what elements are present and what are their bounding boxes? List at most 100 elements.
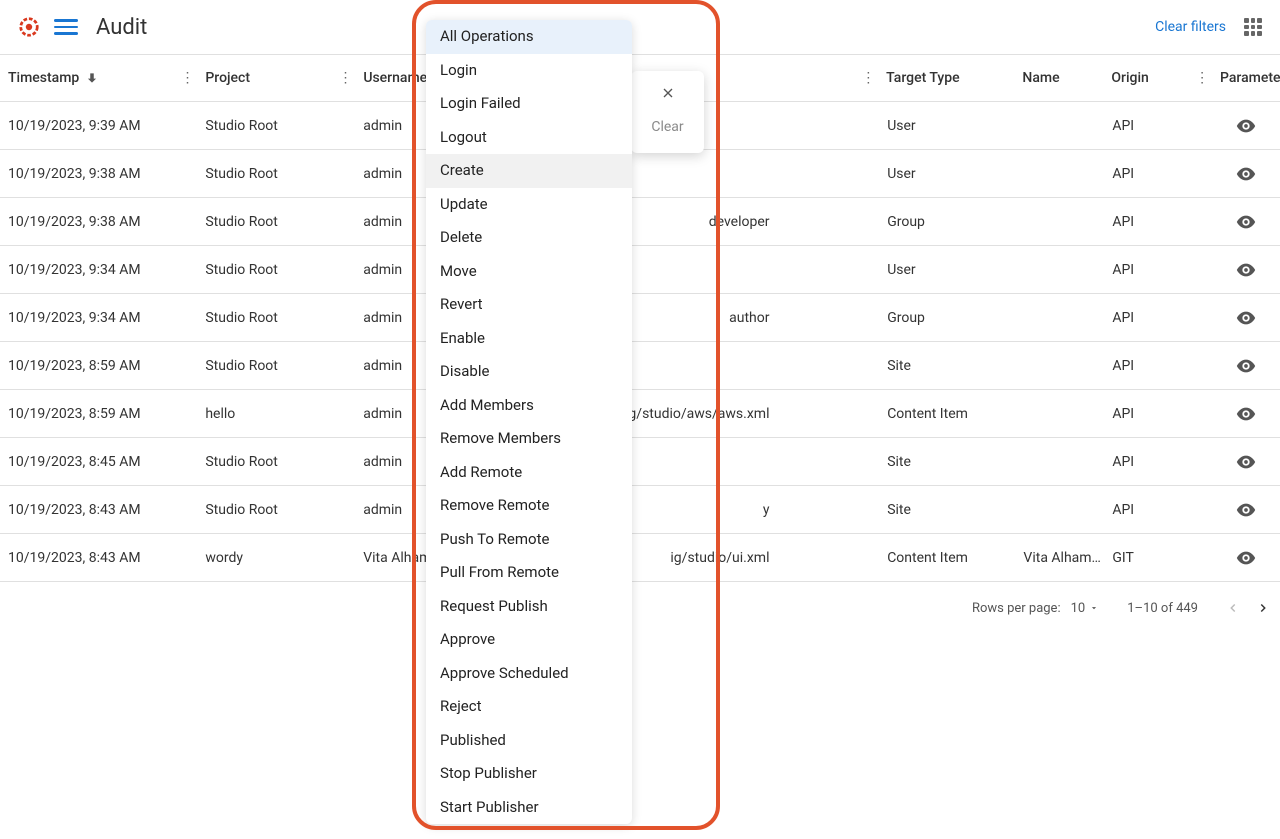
cell-target-type: Content Item [879, 406, 1015, 422]
cell-origin: API [1104, 118, 1193, 134]
operation-option[interactable]: Move [426, 255, 632, 289]
cell-origin: API [1104, 310, 1193, 326]
cell-project: Studio Root [197, 454, 335, 470]
pagination-bar: Rows per page: 10 1–10 of 449 [0, 582, 1280, 634]
cell-timestamp: 10/19/2023, 9:38 AM [0, 214, 178, 230]
cell-project: Studio Root [197, 358, 335, 374]
column-menu-project[interactable]: ⋮ [336, 70, 356, 86]
table-row: 10/19/2023, 9:38 AMStudio Rootadmindevel… [0, 198, 1280, 246]
operation-option[interactable]: Reject [426, 690, 632, 724]
cell-timestamp: 10/19/2023, 9:34 AM [0, 262, 178, 278]
table-row: 10/19/2023, 9:34 AMStudio Rootadminautho… [0, 294, 1280, 342]
filter-clear-popover: Clear [631, 71, 704, 153]
cell-timestamp: 10/19/2023, 9:38 AM [0, 166, 178, 182]
operation-option[interactable]: Create [426, 154, 632, 188]
view-parameters-button[interactable] [1213, 499, 1280, 521]
view-parameters-button[interactable] [1213, 547, 1280, 569]
view-parameters-button[interactable] [1213, 403, 1280, 425]
close-icon[interactable] [660, 85, 676, 101]
crafter-logo-icon [18, 16, 40, 38]
next-page-button[interactable] [1256, 601, 1270, 615]
operation-option[interactable]: Add Remote [426, 456, 632, 490]
column-header-project[interactable]: Project [197, 70, 335, 86]
cell-origin: API [1104, 166, 1193, 182]
cell-timestamp: 10/19/2023, 9:34 AM [0, 310, 178, 326]
operation-option[interactable]: Login Failed [426, 87, 632, 121]
rows-per-page-select[interactable]: 10 [1071, 601, 1100, 616]
hamburger-menu-button[interactable] [54, 15, 78, 39]
column-menu-operation[interactable]: ⋮ [858, 70, 878, 86]
cell-origin: API [1104, 502, 1193, 518]
apps-grid-icon[interactable] [1244, 18, 1262, 36]
operation-option-list[interactable]: All OperationsLoginLogin FailedLogoutCre… [426, 20, 632, 824]
operation-option[interactable]: Delete [426, 221, 632, 255]
cell-project: hello [197, 406, 335, 422]
clear-filter-button[interactable]: Clear [651, 119, 683, 135]
cell-origin: GIT [1104, 550, 1193, 566]
cell-origin: API [1104, 262, 1193, 278]
cell-timestamp: 10/19/2023, 9:39 AM [0, 118, 178, 134]
view-parameters-button[interactable] [1213, 163, 1280, 185]
operation-option[interactable]: Start Publisher [426, 791, 632, 825]
operation-option[interactable]: Stop Publisher [426, 757, 632, 791]
cell-timestamp: 10/19/2023, 8:45 AM [0, 454, 178, 470]
prev-page-button[interactable] [1226, 601, 1240, 615]
view-parameters-button[interactable] [1213, 211, 1280, 233]
cell-project: Studio Root [197, 166, 335, 182]
rows-per-page-label: Rows per page: [972, 601, 1061, 616]
column-header-parameters: Parameters [1212, 70, 1280, 86]
cell-project: Studio Root [197, 214, 335, 230]
cell-project: Studio Root [197, 502, 335, 518]
operation-option[interactable]: Login [426, 54, 632, 88]
operation-filter-dropdown: All OperationsLoginLogin FailedLogoutCre… [426, 20, 632, 824]
cell-timestamp: 10/19/2023, 8:59 AM [0, 358, 178, 374]
operation-option[interactable]: Request Publish [426, 590, 632, 624]
view-parameters-button[interactable] [1213, 355, 1280, 377]
operation-option[interactable]: Approve [426, 623, 632, 657]
operation-option[interactable]: All Operations [426, 20, 632, 54]
sort-desc-icon [85, 71, 99, 85]
column-header-target-type[interactable]: Target Type [878, 70, 1014, 86]
operation-option[interactable]: Revert [426, 288, 632, 322]
cell-target-type: Site [879, 454, 1015, 470]
column-header-origin[interactable]: Origin [1103, 70, 1192, 86]
operation-option[interactable]: Add Members [426, 389, 632, 423]
column-menu-origin[interactable]: ⋮ [1192, 70, 1212, 86]
cell-timestamp: 10/19/2023, 8:59 AM [0, 406, 178, 422]
table-row: 10/19/2023, 8:45 AMStudio RootadminSiteA… [0, 438, 1280, 486]
operation-option[interactable]: Enable [426, 322, 632, 356]
cell-target-type: User [879, 262, 1015, 278]
cell-origin: API [1104, 454, 1193, 470]
cell-target-type: Content Item [879, 550, 1015, 566]
table-body: 10/19/2023, 9:39 AMStudio RootadminUserA… [0, 102, 1280, 582]
operation-option[interactable]: Update [426, 188, 632, 222]
cell-target-type: Group [879, 214, 1015, 230]
column-header-name[interactable]: Name [1014, 70, 1103, 86]
cell-target-type: Group [879, 310, 1015, 326]
view-parameters-button[interactable] [1213, 307, 1280, 329]
top-bar: Audit Clear filters [0, 0, 1280, 54]
column-menu-timestamp[interactable]: ⋮ [178, 70, 198, 86]
cell-target-type: User [879, 118, 1015, 134]
operation-option[interactable]: Published [426, 724, 632, 758]
view-parameters-button[interactable] [1213, 451, 1280, 473]
clear-filters-link[interactable]: Clear filters [1155, 19, 1226, 35]
operation-option[interactable]: Remove Remote [426, 489, 632, 523]
cell-target-type: Site [879, 502, 1015, 518]
operation-option[interactable]: Push To Remote [426, 523, 632, 557]
column-header-timestamp[interactable]: Timestamp [0, 70, 178, 86]
operation-option[interactable]: Logout [426, 121, 632, 155]
operation-option[interactable]: Remove Members [426, 422, 632, 456]
table-row: 10/19/2023, 8:43 AMwordyVita Alhambraig/… [0, 534, 1280, 582]
cell-target-type: User [879, 166, 1015, 182]
pagination-range: 1–10 of 449 [1127, 601, 1198, 616]
operation-option[interactable]: Approve Scheduled [426, 657, 632, 691]
cell-timestamp: 10/19/2023, 8:43 AM [0, 502, 178, 518]
view-parameters-button[interactable] [1213, 259, 1280, 281]
operation-option[interactable]: Pull From Remote [426, 556, 632, 590]
column-label: Timestamp [8, 70, 79, 86]
view-parameters-button[interactable] [1213, 115, 1280, 137]
cell-origin: API [1104, 214, 1193, 230]
cell-origin: API [1104, 406, 1193, 422]
operation-option[interactable]: Disable [426, 355, 632, 389]
